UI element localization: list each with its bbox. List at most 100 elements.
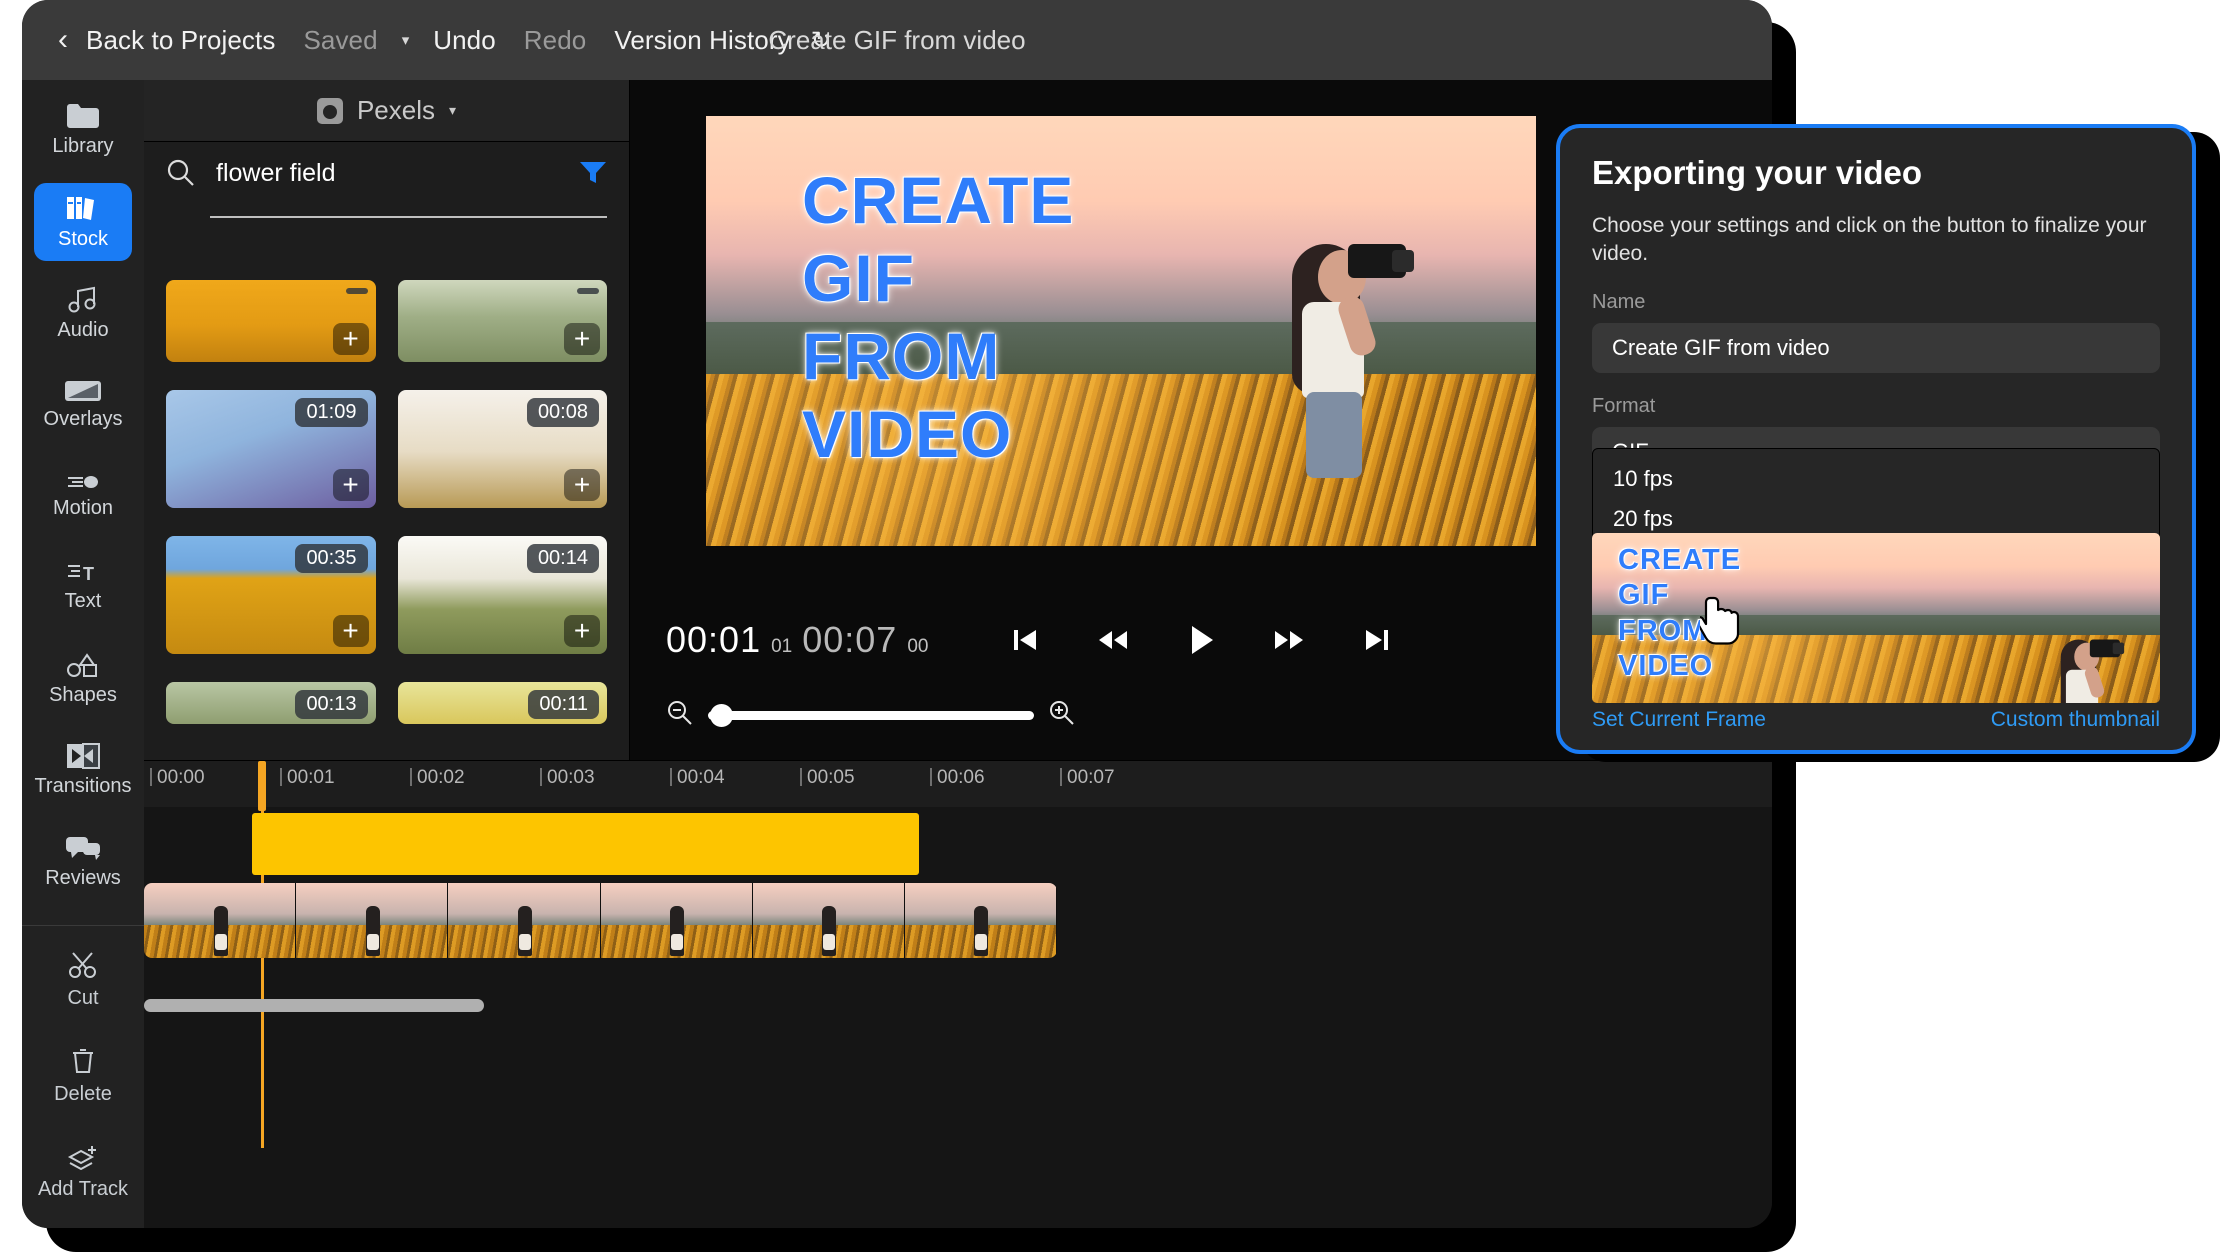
stock-thumbnail[interactable]: 00:35 +: [166, 536, 376, 654]
plus-icon[interactable]: +: [564, 323, 600, 355]
name-input-value: Create GIF from video: [1612, 334, 1830, 360]
stock-thumbnail[interactable]: 00:11: [397, 682, 607, 724]
transitions-icon: [66, 743, 100, 770]
sidebar-item-motion[interactable]: Motion: [34, 458, 132, 535]
sidebar-item-label: Stock: [57, 227, 109, 250]
overlay-line: CREATE: [1618, 544, 1742, 576]
delete-tool-button[interactable]: Delete: [34, 1036, 132, 1116]
sidebar-item-transitions[interactable]: Transitions: [34, 732, 132, 809]
zoom-out-icon[interactable]: [666, 699, 694, 732]
chevron-down-icon[interactable]: ▾: [392, 31, 420, 49]
timeline[interactable]: 00:00 00:01 00:02 00:03 00:04 00:05 00:0…: [144, 760, 1772, 1228]
duration-badge: 01:09: [295, 398, 368, 427]
search-input[interactable]: flower field: [216, 159, 559, 188]
sidebar-item-library[interactable]: Library: [34, 92, 132, 169]
history-icon[interactable]: ↻: [811, 26, 831, 55]
play-button[interactable]: [1186, 623, 1216, 657]
plus-icon[interactable]: +: [564, 469, 600, 501]
sidebar-item-reviews[interactable]: Reviews: [34, 824, 132, 901]
provider-selector[interactable]: Pexels ▾: [144, 80, 629, 142]
zoom-in-icon[interactable]: [1048, 699, 1076, 732]
clip-frame: [752, 883, 905, 958]
redo-button[interactable]: Redo: [510, 19, 601, 62]
framerate-option-10fps[interactable]: 10 fps: [1593, 459, 2159, 499]
rail-tools: Cut Delete Add Track: [34, 940, 132, 1228]
duration-badge: [577, 288, 599, 294]
sidebar-item-text[interactable]: T Text: [34, 549, 132, 626]
duration-badge: 00:13: [295, 690, 368, 719]
stock-thumbnail[interactable]: 01:09 +: [166, 390, 376, 508]
preview-photographer: [1266, 216, 1416, 546]
add-track-button[interactable]: Add Track: [34, 1132, 132, 1212]
duration-badge: [345, 288, 368, 294]
video-clip[interactable]: [144, 883, 1057, 958]
preview-text-overlay[interactable]: CREATE GIF FROM VIDEO: [802, 162, 1074, 474]
cut-tool-button[interactable]: Cut: [34, 940, 132, 1020]
chevron-left-icon[interactable]: ‹: [58, 23, 72, 57]
video-canvas[interactable]: CREATE GIF FROM VIDEO: [706, 116, 1536, 546]
overlay-rect-icon: [64, 380, 102, 402]
playhead-handle[interactable]: [258, 761, 266, 811]
scissors-icon: [68, 951, 98, 979]
folder-icon: [66, 103, 100, 129]
back-to-projects-button[interactable]: Back to Projects: [72, 19, 289, 62]
ruler-tick: 00:01: [280, 767, 335, 788]
custom-thumbnail-link[interactable]: Custom thumbnail: [1991, 708, 2160, 732]
clip-frame: [904, 883, 1057, 958]
ruler-tick: 00:05: [800, 767, 855, 788]
rewind-button[interactable]: [1096, 625, 1130, 655]
zoom-slider[interactable]: [708, 704, 1034, 727]
stock-thumbnail[interactable]: +: [397, 280, 607, 362]
provider-name: Pexels: [356, 95, 435, 125]
svg-text:T: T: [83, 564, 94, 584]
stock-thumbnail[interactable]: 00:14 +: [397, 536, 607, 654]
clip-frame: [448, 883, 601, 958]
undo-button[interactable]: Undo: [419, 19, 510, 62]
set-current-frame-link[interactable]: Set Current Frame: [1592, 708, 1766, 732]
sidebar-item-label: Transitions: [34, 775, 132, 798]
skip-to-start-button[interactable]: [1010, 625, 1040, 655]
version-history-button[interactable]: Version History: [600, 19, 804, 62]
screenshot-root: ‹ Back to Projects Saved ▾ Undo Redo Ver…: [0, 0, 2240, 1260]
stock-books-icon: [66, 194, 100, 222]
plus-icon[interactable]: +: [332, 323, 369, 355]
stock-thumbnail[interactable]: 00:08 +: [397, 390, 607, 508]
name-input[interactable]: Create GIF from video: [1592, 322, 2160, 373]
plus-icon[interactable]: +: [332, 615, 369, 647]
plus-icon[interactable]: +: [564, 615, 600, 647]
slider-handle[interactable]: [710, 704, 733, 727]
clip-frame: [144, 883, 297, 958]
audio-clip[interactable]: [252, 813, 919, 875]
thumbnail-row: + +: [166, 280, 607, 362]
thumbnail-row: 00:13 00:11: [166, 682, 607, 724]
plus-icon[interactable]: +: [332, 469, 369, 501]
sidebar-item-shapes[interactable]: Shapes: [34, 641, 132, 718]
sidebar-item-label: Text: [64, 590, 102, 613]
sidebar-item-label: Library: [52, 135, 114, 158]
sidebar-item-stock[interactable]: Stock: [34, 183, 132, 261]
stock-thumbnail[interactable]: 00:13: [166, 682, 376, 724]
timeline-ruler[interactable]: 00:00 00:01 00:02 00:03 00:04 00:05 00:0…: [144, 761, 1772, 807]
comments-icon: [65, 835, 101, 861]
sidebar-item-overlays[interactable]: Overlays: [34, 366, 132, 443]
filter-icon[interactable]: [579, 160, 607, 186]
duration-badge: 00:14: [526, 544, 599, 573]
thumbnail-row: 01:09 + 00:08 +: [166, 390, 607, 508]
sidebar-item-audio[interactable]: Audio: [34, 275, 132, 352]
overlay-line: FROM: [802, 318, 1001, 393]
sidebar-item-label: Reviews: [45, 866, 121, 889]
export-thumbnail-preview[interactable]: CREATE GIF FROM VIDEO: [1592, 533, 2160, 703]
search-row: flower field: [144, 142, 629, 204]
music-note-icon: [66, 285, 100, 313]
timeline-horizontal-scrollbar[interactable]: [144, 999, 484, 1012]
chevron-down-icon[interactable]: ▾: [449, 102, 456, 119]
name-field-label: Name: [1592, 290, 1646, 313]
fast-forward-button[interactable]: [1272, 625, 1306, 655]
skip-to-end-button[interactable]: [1362, 625, 1392, 655]
duration-badge: 00:08: [526, 398, 599, 427]
stock-thumbnail[interactable]: +: [166, 280, 376, 362]
text-icon: T: [66, 562, 100, 584]
top-toolbar: ‹ Back to Projects Saved ▾ Undo Redo Ver…: [22, 0, 1772, 80]
search-input-value: flower field: [216, 158, 336, 187]
duration-badge: 00:35: [295, 544, 368, 573]
